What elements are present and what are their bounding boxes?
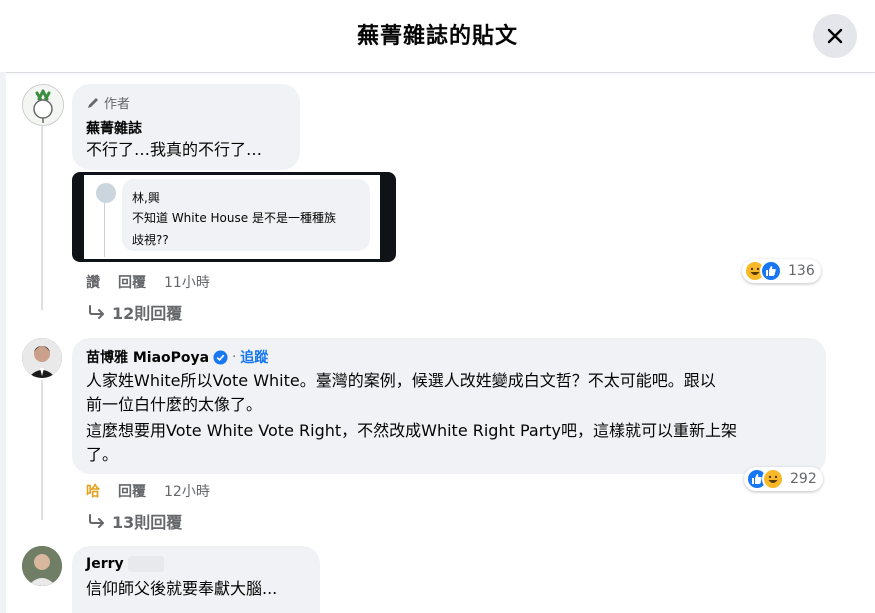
avatar[interactable] xyxy=(22,84,64,126)
view-replies-label: 12則回覆 xyxy=(112,304,183,323)
embedded-thread-line xyxy=(104,203,105,257)
author-badge: 作者 xyxy=(86,93,130,112)
separator-dot: · xyxy=(232,349,237,365)
embedded-avatar xyxy=(96,183,116,203)
thread-line xyxy=(41,380,43,520)
turnip-logo-icon xyxy=(23,85,63,125)
timestamp[interactable]: 12小時 xyxy=(164,481,210,501)
embedded-bubble: 林,興 不知道 White House 是不是一種種族 歧視?? xyxy=(122,179,370,251)
view-replies-label: 13則回覆 xyxy=(112,513,183,532)
embedded-text-line2: 歧視?? xyxy=(132,233,169,247)
avatar[interactable] xyxy=(22,338,62,378)
comment-image[interactable]: 林,興 不知道 White House 是不是一種種族 歧視?? xyxy=(72,172,396,262)
embedded-author: 林,興 xyxy=(132,191,160,205)
comment-bubble: 作者 蕪菁雜誌 不行了…我真的不行了… xyxy=(72,84,300,170)
comment-author[interactable]: 苗博雅 MiaoPoya xyxy=(86,347,209,367)
reaction-count: 292 xyxy=(790,471,817,487)
redacted-name xyxy=(128,556,164,572)
embedded-text-line1: 不知道 White House 是不是一種種族 xyxy=(132,211,336,225)
close-icon xyxy=(827,28,843,44)
dialog-header: 蕪菁雜誌的貼文 xyxy=(0,0,875,73)
reply-button[interactable]: 回覆 xyxy=(118,481,146,501)
author-badge-label: 作者 xyxy=(104,97,131,112)
person-photo-icon xyxy=(22,546,62,586)
comment-actions: 哈 回覆 12小時 xyxy=(86,481,210,501)
close-button[interactable] xyxy=(813,14,857,58)
reaction-summary[interactable]: 292 xyxy=(744,467,823,491)
view-replies-button[interactable]: 13則回覆 xyxy=(88,509,182,533)
reply-arrow-icon xyxy=(89,305,104,319)
person-photo-icon xyxy=(22,338,62,378)
comment-text-line1: 人家姓White所以Vote White。臺灣的案例，候選人改姓變成白文哲？不太… xyxy=(86,371,716,390)
reaction-summary[interactable]: 136 xyxy=(742,259,821,283)
thread-line xyxy=(41,126,43,310)
verified-badge-icon xyxy=(213,349,228,365)
avatar[interactable] xyxy=(22,546,62,586)
comment-author[interactable]: 蕪菁雜誌 xyxy=(86,118,142,138)
comment-text: 不行了…我真的不行了… xyxy=(86,140,263,159)
reaction-button[interactable]: 哈 xyxy=(86,481,100,501)
follow-button[interactable]: 追蹤 xyxy=(240,347,268,367)
reaction-count: 136 xyxy=(788,263,815,279)
comment-author[interactable]: Jerry xyxy=(86,556,124,572)
pencil-icon xyxy=(88,97,98,108)
comment-header: 苗博雅 MiaoPoya · 追蹤 xyxy=(86,347,268,367)
dialog-title: 蕪菁雜誌的貼文 xyxy=(356,24,518,49)
view-replies-button[interactable]: 12則回覆 xyxy=(88,300,182,324)
reply-button[interactable]: 回覆 xyxy=(118,272,146,292)
comment-text-line4: 了。 xyxy=(86,445,119,464)
timestamp[interactable]: 11小時 xyxy=(164,272,210,292)
comment-actions: 讚 回覆 11小時 xyxy=(86,272,210,292)
like-button[interactable]: 讚 xyxy=(86,272,100,292)
background-edge xyxy=(0,72,6,613)
haha-icon xyxy=(762,468,784,490)
like-icon xyxy=(760,260,782,282)
comment-bubble: Jerry 信仰師父後就要奉獻大腦... xyxy=(72,546,320,613)
comment-text-line2: 前一位白什麼的太像了。 xyxy=(86,395,263,414)
reply-arrow-icon xyxy=(89,514,104,528)
image-content: 林,興 不知道 White House 是不是一種種族 歧視?? xyxy=(84,175,380,259)
comment-text-line3: 這麼想要用Vote White Vote Right，不然改成White Rig… xyxy=(86,421,738,440)
comment-text: 信仰師父後就要奉獻大腦... xyxy=(86,579,278,598)
comment-bubble: 苗博雅 MiaoPoya · 追蹤 人家姓White所以Vote White。臺… xyxy=(72,338,826,474)
